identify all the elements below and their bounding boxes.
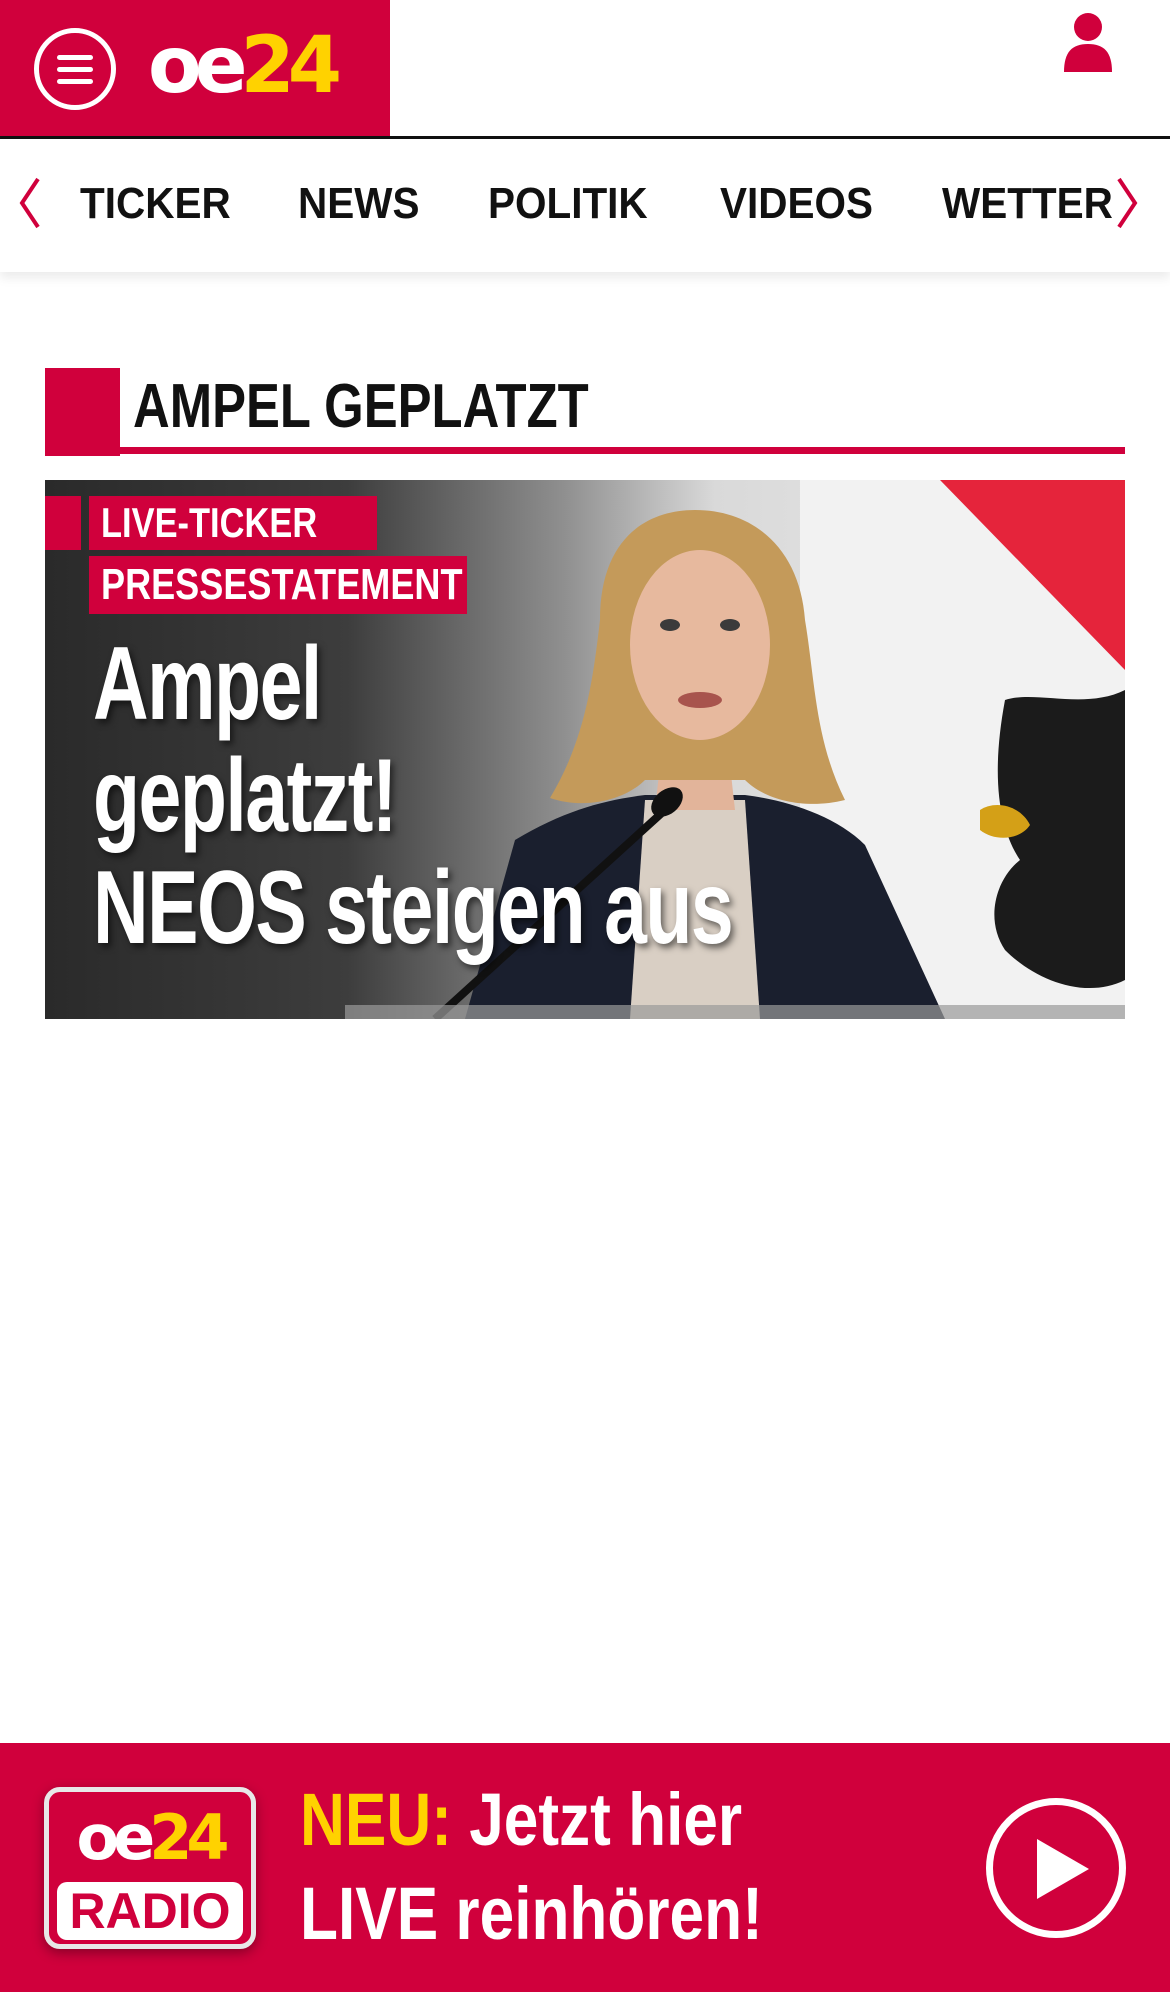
section-heading: AMPEL GEPLATZT <box>45 368 1125 456</box>
section-marker <box>45 368 120 456</box>
site-header: oe24 <box>0 0 1170 139</box>
brand-box: oe24 <box>0 0 390 136</box>
nav-item-wetter[interactable]: WETTER <box>942 179 1113 229</box>
radio-logo[interactable]: oe24 RADIO <box>44 1787 256 1949</box>
section-title[interactable]: AMPEL GEPLATZT <box>133 370 589 444</box>
lead-teaser[interactable]: LIVE-TICKER PRESSESTATEMENT Ampel geplat… <box>45 480 1125 1019</box>
radio-logo-label: RADIO <box>57 1882 243 1940</box>
chevron-left-icon[interactable] <box>16 175 44 231</box>
category-nav: TICKER NEWS POLITIK VIDEOS WETTER <box>0 139 1170 272</box>
tag-marker <box>45 496 81 550</box>
live-ticker-badge: LIVE-TICKER <box>89 496 377 550</box>
radio-banner[interactable]: oe24 RADIO NEU: Jetzt hier LIVE reinhöre… <box>0 1743 1170 1992</box>
nav-item-politik[interactable]: POLITIK <box>488 179 648 229</box>
radio-promo-text[interactable]: NEU: Jetzt hier LIVE reinhören! <box>300 1773 763 1961</box>
section-underline <box>45 447 1125 454</box>
hamburger-menu-icon[interactable] <box>34 28 116 110</box>
site-logo[interactable]: oe24 <box>148 16 342 116</box>
chevron-right-icon[interactable] <box>1113 175 1141 231</box>
radio-promo-line1: Jetzt hier <box>451 1778 743 1861</box>
nav-item-videos[interactable]: VIDEOS <box>720 179 873 229</box>
radio-promo-line2: LIVE reinhören! <box>300 1872 763 1955</box>
teaser-headline[interactable]: Ampel geplatzt! NEOS steigen aus <box>93 628 759 964</box>
user-icon[interactable] <box>1060 12 1116 74</box>
nav-item-news[interactable]: NEWS <box>298 179 419 229</box>
play-icon[interactable] <box>986 1798 1126 1938</box>
pressestatement-badge: PRESSESTATEMENT <box>89 556 467 614</box>
radio-promo-highlight: NEU: <box>300 1778 452 1861</box>
nav-item-ticker[interactable]: TICKER <box>80 179 231 229</box>
